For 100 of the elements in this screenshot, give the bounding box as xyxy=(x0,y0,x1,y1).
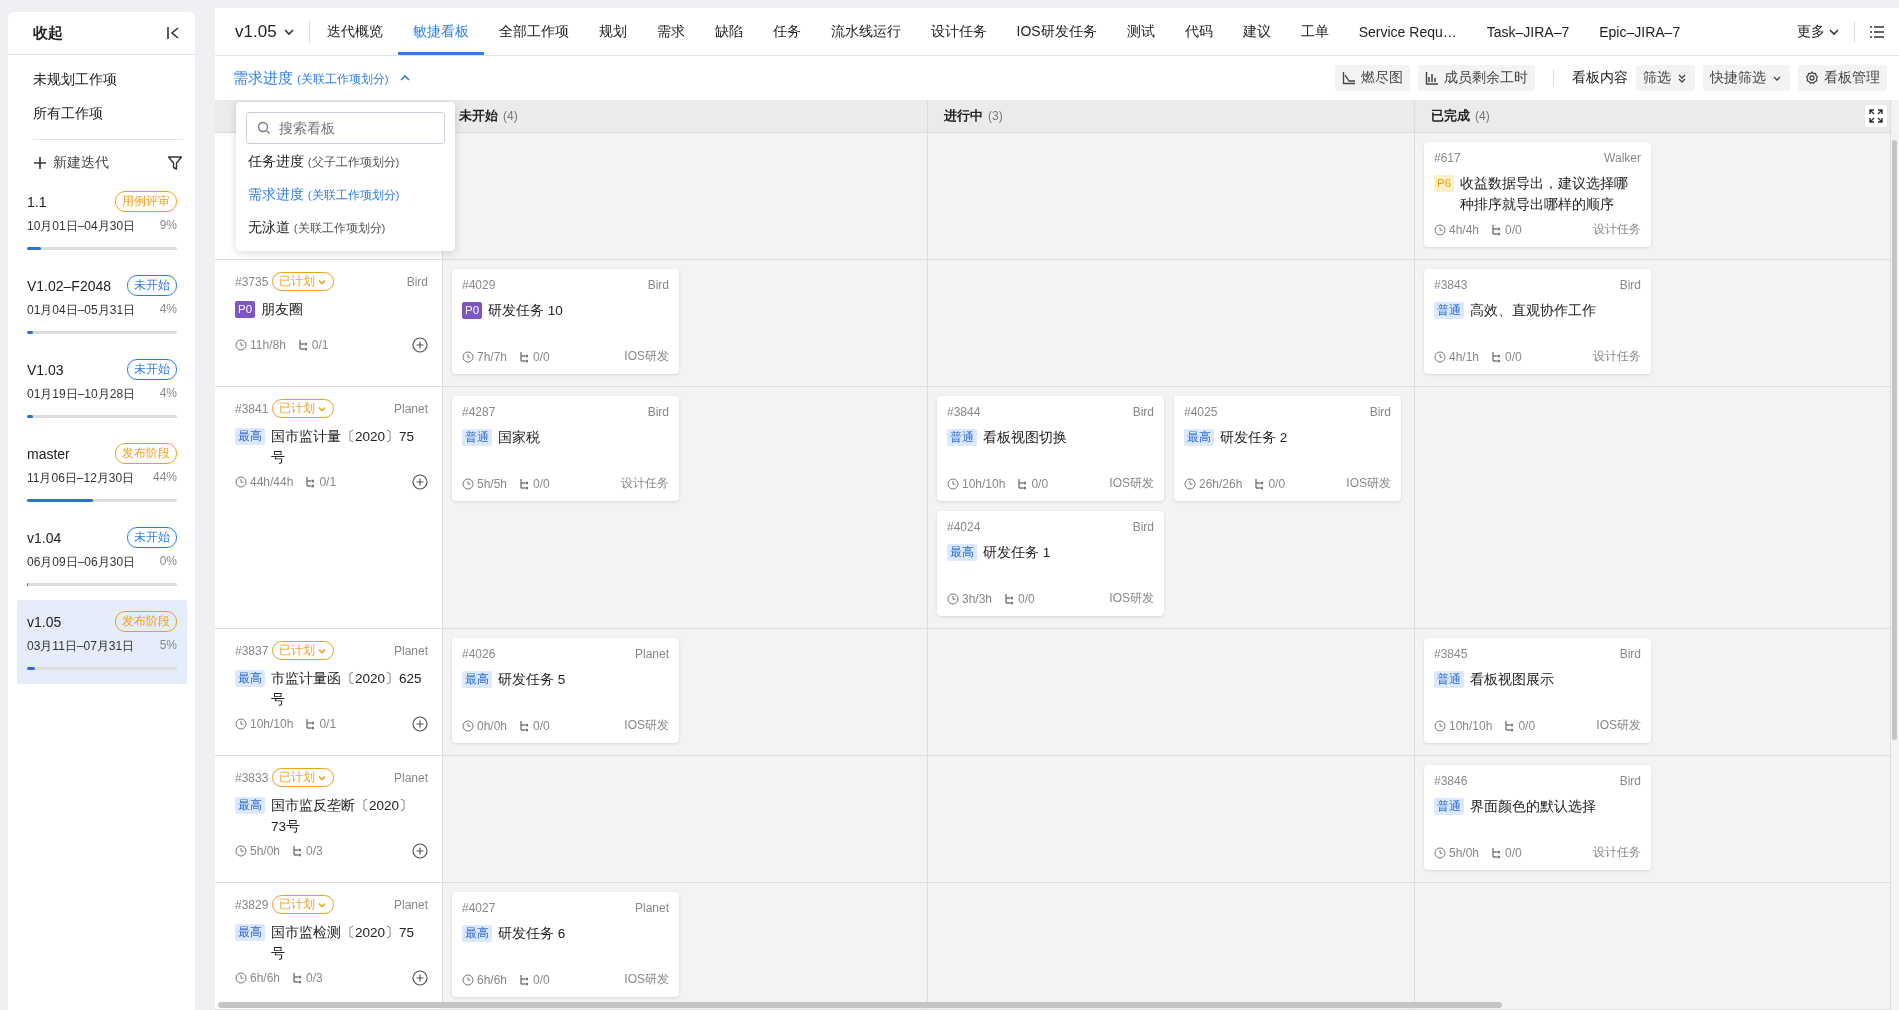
nav-tab[interactable]: 全部工作项 xyxy=(483,8,584,55)
nav-tab[interactable]: 需求 xyxy=(641,8,700,55)
owner-name: Bird xyxy=(1132,520,1154,534)
progress-percent: 0% xyxy=(159,554,177,570)
progress-percent: 4% xyxy=(159,386,177,402)
swimlane-card[interactable]: #3837 已计划 Planet 最高 市监计量函〔2020〕625号 10h/10h 0/1 xyxy=(215,629,442,742)
menu-icon[interactable] xyxy=(1869,23,1885,40)
sidebar-link[interactable]: 未规划工作项 xyxy=(24,63,183,97)
nav-tab[interactable]: 任务 xyxy=(757,8,816,55)
subtask-icon xyxy=(518,973,531,986)
subtask-count: 0/0 xyxy=(1031,476,1049,491)
version-selector[interactable]: v1.05 xyxy=(235,21,309,42)
menu-item[interactable]: 任务进度 (父子工作项划分) xyxy=(246,144,445,177)
sidebar-link[interactable]: 所有工作项 xyxy=(24,97,183,131)
nav-tab[interactable]: 流水线运行 xyxy=(815,8,916,55)
member-hours-button[interactable]: 成员剩余工时 xyxy=(1418,65,1535,91)
nav-tab[interactable]: Epic–JIRA–7 xyxy=(1584,8,1696,55)
priority-tag: P6 xyxy=(1434,175,1455,192)
nav-tab[interactable]: 规划 xyxy=(583,8,642,55)
subtask-icon xyxy=(1490,846,1503,859)
board-content-label: 看板内容 xyxy=(1572,69,1628,87)
collapse-label[interactable]: 收起 xyxy=(33,23,63,43)
add-icon[interactable] xyxy=(412,716,428,732)
iteration-item[interactable]: 1.1 用例评审 10月01日–04月30日 9% xyxy=(17,180,187,264)
clock-icon xyxy=(1434,719,1446,732)
subtask-icon xyxy=(304,476,317,488)
work-item-card[interactable]: #4026 Planet 最高 研发任务 5 0h/0h 0/0 IOS研发 xyxy=(452,638,679,743)
work-item-card[interactable]: #4025 Bird 最高 研发任务 2 26h/26h 0/0 IOS研发 xyxy=(1174,396,1401,501)
owner-name: Walker xyxy=(1604,151,1641,165)
work-item-card[interactable]: #4027 Planet 最高 研发任务 6 6h/6h 0/0 IOS研发 xyxy=(452,892,679,997)
subtask-icon xyxy=(1253,477,1266,490)
nav-tab[interactable]: 代码 xyxy=(1169,8,1228,55)
nav-tab[interactable]: 工单 xyxy=(1285,8,1344,55)
work-item-card[interactable]: #3845 Bird 普通 看板视图展示 10h/10h 0/0 IOS研发 xyxy=(1424,638,1651,743)
time-estimate: 3h/3h xyxy=(962,591,993,606)
clock-icon xyxy=(235,339,247,351)
work-item-card[interactable]: #3846 Bird 普通 界面颜色的默认选择 5h/0h 0/0 设计任务 xyxy=(1424,765,1651,870)
nav-tab[interactable]: 建议 xyxy=(1227,8,1286,55)
time-estimate: 6h/6h xyxy=(250,971,281,985)
iteration-item[interactable]: V1.02–F2048 未开始 01月04日–05月31日 4% xyxy=(17,264,187,348)
add-icon[interactable] xyxy=(412,843,428,859)
gear-icon xyxy=(1805,71,1819,85)
add-icon[interactable] xyxy=(412,970,428,986)
nav-tab[interactable]: Service Requ… xyxy=(1343,8,1472,55)
swimlane-card[interactable]: #3829 已计划 Planet 最高 国市监检测〔2020〕75号 6h/6h 0/3 xyxy=(215,883,442,996)
work-item-card[interactable]: #3843 Bird 普通 高效、直观协作工作 4h/1h 0/0 设计任务 xyxy=(1424,269,1651,374)
work-item-card[interactable]: #4029 Bird P0 研发任务 10 7h/7h 0/0 IOS研发 xyxy=(452,269,679,374)
work-item-card[interactable]: #4024 Bird 最高 研发任务 1 3h/3h 0/0 IOS研发 xyxy=(937,511,1164,616)
collapse-icon[interactable] xyxy=(165,25,181,41)
board-settings-button[interactable]: 看板管理 xyxy=(1798,65,1887,91)
column-header: 已完成 (4) xyxy=(1415,100,1891,133)
subtask-count: 0/0 xyxy=(1505,349,1522,364)
subtask-icon xyxy=(1503,719,1516,732)
vertical-scrollbar[interactable] xyxy=(1892,140,1897,740)
nav-tab[interactable]: 敏捷看板 xyxy=(397,8,484,55)
menu-item[interactable]: 无泳道 (关联工作项划分) xyxy=(246,210,445,243)
quick-filter-dropdown[interactable]: 快捷筛选 xyxy=(1703,65,1790,91)
nav-tab[interactable]: IOS研发任务 xyxy=(1001,8,1112,55)
iteration-name: v1.04 xyxy=(27,529,62,546)
nav-tab[interactable]: 缺陷 xyxy=(699,8,758,55)
item-type: IOS研发 xyxy=(1346,475,1391,492)
progress-percent: 4% xyxy=(159,302,177,318)
item-id: #4025 xyxy=(1184,405,1218,419)
subtask-icon xyxy=(518,477,531,490)
subtask-icon xyxy=(518,719,531,732)
nav-tab[interactable]: Task–JIRA–7 xyxy=(1471,8,1585,55)
board-selector[interactable]: 需求进度 (关联工作项划分) xyxy=(233,68,389,88)
menu-item[interactable]: 需求进度 (关联工作项划分) xyxy=(246,177,445,210)
burndown-button[interactable]: 燃尽图 xyxy=(1335,65,1410,91)
iteration-item[interactable]: v1.05 发布阶段 03月11日–07月31日 5% xyxy=(17,600,187,684)
clock-icon xyxy=(462,477,474,490)
time-estimate: 7h/7h xyxy=(477,349,508,364)
item-id: #617 xyxy=(1434,151,1461,165)
horizontal-scrollbar[interactable] xyxy=(218,1002,1502,1008)
swimlane-card[interactable]: #3735 已计划 Bird P0 朋友圈 11h/8h 0/1 xyxy=(215,260,442,363)
add-icon[interactable] xyxy=(412,474,428,490)
filter-icon[interactable] xyxy=(167,155,183,171)
nav-tab[interactable]: 设计任务 xyxy=(915,8,1002,55)
iteration-item[interactable]: v1.04 未开始 06月09日–06月30日 0% xyxy=(17,516,187,600)
work-item-card[interactable]: #3844 Bird 普通 看板视图切换 10h/10h 0/0 IOS研发 xyxy=(937,396,1164,501)
priority-tag: 普通 xyxy=(1434,798,1464,815)
add-icon[interactable] xyxy=(412,337,428,353)
search-field[interactable]: 搜索看板 xyxy=(246,112,445,144)
subtask-count: 0/0 xyxy=(1505,845,1522,860)
more-button[interactable]: 更多 xyxy=(1797,22,1854,41)
work-item-card[interactable]: #4287 Bird 普通 国家税 5h/5h 0/0 设计任务 xyxy=(452,396,679,501)
iteration-item[interactable]: master 发布阶段 11月06日–12月30日 44% xyxy=(17,432,187,516)
filter-dropdown[interactable]: 筛选 xyxy=(1636,65,1695,91)
iteration-item[interactable]: V1.03 未开始 01月19日–10月28日 4% xyxy=(17,348,187,432)
swimlane-card[interactable]: #3833 已计划 Planet 最高 国市监反垄断〔2020〕73号 5h/0h 0/3 xyxy=(215,756,442,869)
nav-tab[interactable]: 迭代概览 xyxy=(311,8,398,55)
new-iteration-button[interactable]: 新建迭代 xyxy=(33,154,109,172)
swimlane-card[interactable]: #3841 已计划 Planet 最高 国市监计量〔2020〕75号 44h/44h 0/1 xyxy=(215,387,442,500)
item-id: #3833 xyxy=(235,770,269,785)
priority-tag: P0 xyxy=(235,301,256,318)
fullscreen-button[interactable] xyxy=(1865,105,1887,127)
item-type: IOS研发 xyxy=(624,717,669,734)
nav-tab[interactable]: 测试 xyxy=(1111,8,1170,55)
clock-icon xyxy=(235,972,247,984)
work-item-card[interactable]: #617 Walker P6 收益数据导出，建议选择哪种排序就导出哪样的顺序 4h/4h 0/0 设计任务 xyxy=(1424,142,1651,247)
